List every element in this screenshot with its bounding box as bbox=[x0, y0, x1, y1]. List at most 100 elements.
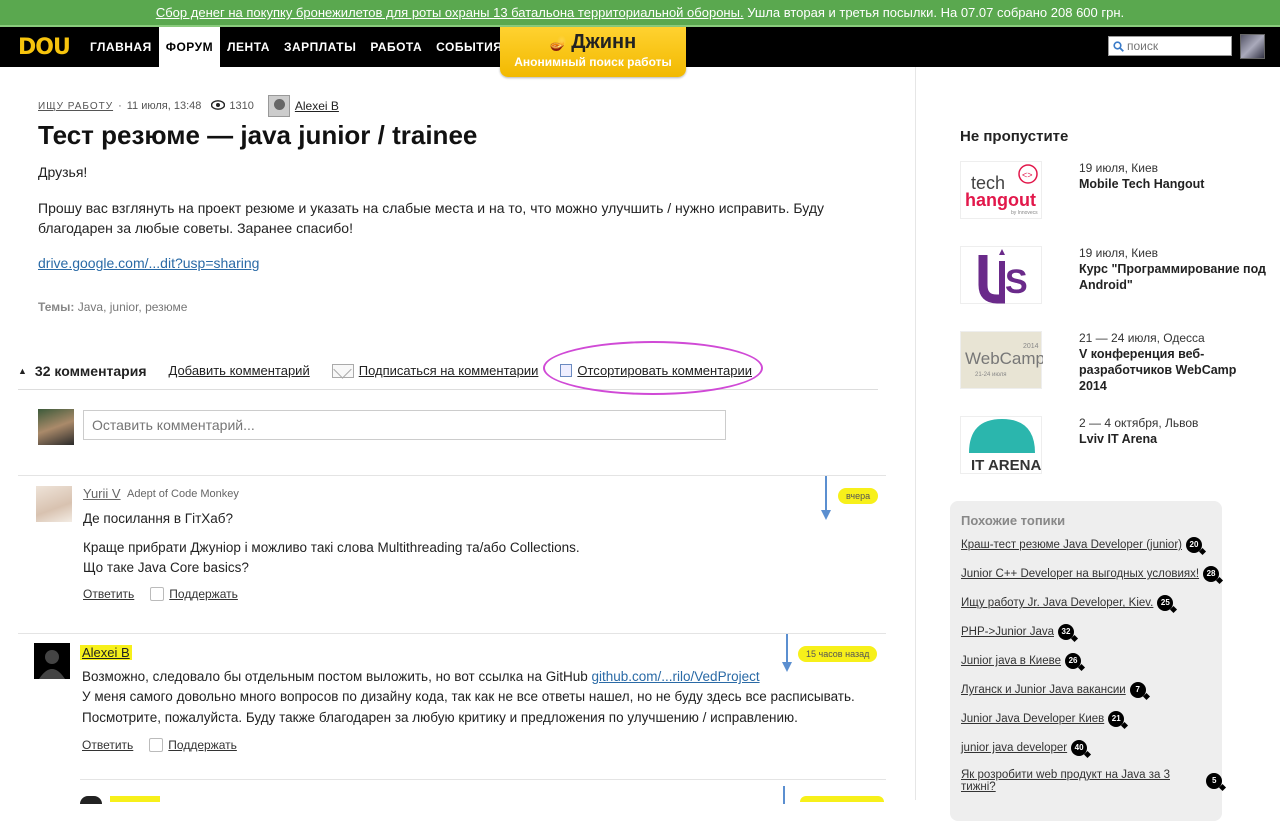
user-avatar[interactable] bbox=[1240, 34, 1265, 59]
highlight-oval bbox=[543, 341, 763, 395]
event-title[interactable]: Mobile Tech Hangout bbox=[1079, 176, 1267, 192]
thread-arrow-icon bbox=[821, 476, 831, 520]
sidebar-heading: Не пропустите bbox=[960, 128, 1069, 145]
commenter-avatar[interactable] bbox=[36, 486, 72, 522]
thread-arrow-icon bbox=[782, 634, 792, 672]
nav-item-salaries[interactable]: ЗАРПЛАТЫ bbox=[277, 27, 363, 67]
similar-topic[interactable]: Як розробити web продукт на Java за 3 ти… bbox=[961, 769, 1222, 793]
event-image-tech-hangout[interactable]: tech hangout <> by Innovecs bbox=[960, 161, 1042, 219]
djinn-promo-button[interactable]: 🪔 Джинн Анонимный поиск работы bbox=[500, 27, 686, 77]
tags-list[interactable]: Java, junior, резюме bbox=[78, 300, 188, 314]
comment-time-badge[interactable]: 15 часов назад bbox=[798, 646, 878, 662]
subscribe-comments-link[interactable]: Подписаться на комментарии bbox=[331, 363, 539, 378]
similar-topic[interactable]: PHP->Junior Java 32 bbox=[961, 624, 1074, 640]
event-image-it-arena[interactable]: IT ARENA bbox=[960, 416, 1042, 474]
commenter-name[interactable]: Yurii V bbox=[83, 486, 121, 501]
comment-text: Возможно, следовало бы отдельным постом … bbox=[82, 667, 760, 688]
banner-link[interactable]: Сбор денег на покупку бронежилетов для р… bbox=[156, 5, 744, 20]
comment-text-part: Возможно, следовало бы отдельным постом … bbox=[82, 669, 592, 684]
comment-count-icon: 32 bbox=[1058, 624, 1074, 640]
comment-actions: Ответить Поддержать bbox=[83, 587, 254, 601]
comment: Alexei B 15 часов назад Возможно, следов… bbox=[18, 633, 886, 783]
nav-item-feed[interactable]: ЛЕНТА bbox=[220, 27, 277, 67]
eye-icon bbox=[211, 99, 226, 113]
collapse-triangle-icon[interactable]: ▲ bbox=[18, 366, 27, 376]
topic-link[interactable]: Краш-тест резюме Java Developer (junior) bbox=[961, 539, 1182, 551]
thumbs-up-icon[interactable] bbox=[150, 587, 165, 601]
event-image-webcamp[interactable]: 2014 WebCamp 21-24 июля bbox=[960, 331, 1045, 389]
comment-input[interactable] bbox=[83, 410, 726, 440]
similar-topic[interactable]: Junior C++ Developer на выгодных условия… bbox=[961, 566, 1220, 582]
post-body: Прошу вас взглянуть на проект резюме и у… bbox=[38, 200, 825, 236]
similar-topic[interactable]: Junior java в Киеве 26 bbox=[961, 653, 1082, 669]
topic-link[interactable]: Junior java в Киеве bbox=[961, 655, 1061, 667]
nav-item-jobs[interactable]: РАБОТА bbox=[363, 27, 429, 67]
comment-time-badge[interactable]: вчера bbox=[838, 488, 879, 504]
event-item[interactable]: tech hangout <> by Innovecs 19 июля, Кие… bbox=[960, 161, 1260, 221]
nav-item-home[interactable]: ГЛАВНАЯ bbox=[83, 27, 159, 67]
event-date: 2 — 4 октября, Львов bbox=[1079, 416, 1199, 430]
comment-count-icon: 5 bbox=[1206, 773, 1222, 789]
similar-topic[interactable]: Луганск и Junior Java вакансии 7 bbox=[961, 682, 1146, 698]
topic-link[interactable]: PHP->Junior Java bbox=[961, 626, 1054, 638]
similar-topics-panel: Похожие топики Краш-тест резюме Java Dev… bbox=[950, 501, 1222, 821]
comment-time-badge bbox=[800, 796, 884, 802]
comment-count-icon: 26 bbox=[1065, 653, 1082, 669]
comment-count-icon: 28 bbox=[1203, 566, 1220, 582]
topic-link[interactable]: Ищу работу Jr. Java Developer, Kiev. bbox=[961, 597, 1153, 609]
author-link[interactable]: Alexei B bbox=[295, 99, 339, 113]
commenter-name[interactable]: Alexei B bbox=[80, 645, 132, 660]
comment: Yurii V Adept of Code Monkey вчера Де по… bbox=[18, 475, 886, 635]
nav-item-forum[interactable]: ФОРУМ bbox=[158, 27, 221, 67]
commenter-avatar[interactable] bbox=[34, 643, 70, 679]
main-nav: DOU ГЛАВНАЯ ФОРУМ ЛЕНТА ЗАРПЛАТЫ РАБОТА … bbox=[0, 27, 1280, 77]
event-title[interactable]: Lviv IT Arena bbox=[1079, 431, 1267, 447]
add-comment-link[interactable]: Добавить комментарий bbox=[169, 363, 310, 378]
commenter-role: Adept of Code Monkey bbox=[127, 488, 239, 500]
similar-topic[interactable]: junior java developer 40 bbox=[961, 740, 1088, 756]
topic-link[interactable]: junior java developer bbox=[961, 742, 1067, 754]
similar-topic[interactable]: Ищу работу Jr. Java Developer, Kiev. 25 bbox=[961, 595, 1174, 611]
event-title[interactable]: V конференция веб-разработчиков WebCamp … bbox=[1079, 346, 1267, 394]
event-title[interactable]: Курс "Программирование под Android" bbox=[1079, 261, 1267, 293]
similar-topic[interactable]: Краш-тест резюме Java Developer (junior)… bbox=[961, 537, 1202, 553]
svg-text:hangout: hangout bbox=[965, 190, 1036, 210]
comment-actions: Ответить Поддержать bbox=[82, 738, 253, 752]
subscribe-label: Подписаться на комментарии bbox=[358, 363, 539, 378]
reply-link[interactable]: Ответить bbox=[82, 738, 133, 752]
thumbs-up-icon[interactable] bbox=[149, 738, 164, 752]
comment bbox=[80, 779, 886, 804]
support-link[interactable]: Поддержать bbox=[168, 738, 237, 752]
svg-text:WebCamp: WebCamp bbox=[965, 349, 1043, 368]
github-link[interactable]: github.com/...rilo/VedProject bbox=[592, 669, 760, 684]
top-banner: Сбор денег на покупку бронежилетов для р… bbox=[0, 0, 1280, 27]
commenter-avatar[interactable] bbox=[80, 796, 102, 804]
search-input[interactable] bbox=[1127, 39, 1227, 53]
support-link[interactable]: Поддержать bbox=[169, 587, 238, 601]
comment-text: Краще прибрати Джуніор і можливо такі сл… bbox=[83, 540, 580, 555]
topic-link[interactable]: Junior C++ Developer на выгодных условия… bbox=[961, 568, 1199, 580]
event-image-ujs[interactable]: S bbox=[960, 246, 1042, 304]
comment-text: У меня самого довольно много вопросов по… bbox=[82, 689, 855, 704]
tags-label: Темы: bbox=[38, 300, 75, 314]
current-user-avatar bbox=[38, 409, 74, 445]
event-item[interactable]: S 19 июля, Киев Курс "Программирование п… bbox=[960, 246, 1266, 306]
comments-count: 32 комментария bbox=[34, 362, 147, 379]
similar-topic[interactable]: Junior Java Developer Киев 21 bbox=[961, 711, 1125, 727]
event-date: 21 — 24 июля, Одесса bbox=[1079, 331, 1205, 345]
dou-logo[interactable]: DOU bbox=[18, 35, 71, 60]
post-date: 11 июля, 13:48 bbox=[126, 100, 202, 112]
topic-link[interactable]: Луганск и Junior Java вакансии bbox=[961, 684, 1126, 696]
topic-link[interactable]: Як розробити web продукт на Java за 3 ти… bbox=[961, 769, 1202, 793]
thread-arrow-icon bbox=[783, 786, 785, 804]
nav-item-events[interactable]: СОБЫТИЯ bbox=[429, 27, 509, 67]
nav-menu: ГЛАВНАЯ ФОРУМ ЛЕНТА ЗАРПЛАТЫ РАБОТА СОБЫ… bbox=[83, 27, 509, 67]
topic-link[interactable]: Junior Java Developer Киев bbox=[961, 713, 1104, 725]
event-item[interactable]: IT ARENA 2 — 4 октября, Львов Lviv IT Ar… bbox=[960, 416, 1260, 476]
reply-link[interactable]: Ответить bbox=[83, 587, 134, 601]
comment-text: Що таке Java Core basics? bbox=[83, 560, 249, 575]
post-category-link[interactable]: ИЩУ РАБОТУ bbox=[38, 101, 113, 112]
author-avatar[interactable] bbox=[267, 95, 290, 117]
event-item[interactable]: 2014 WebCamp 21-24 июля 21 — 24 июля, Од… bbox=[960, 331, 1260, 393]
post-drive-link[interactable]: drive.google.com/...dit?usp=sharing bbox=[38, 255, 259, 271]
